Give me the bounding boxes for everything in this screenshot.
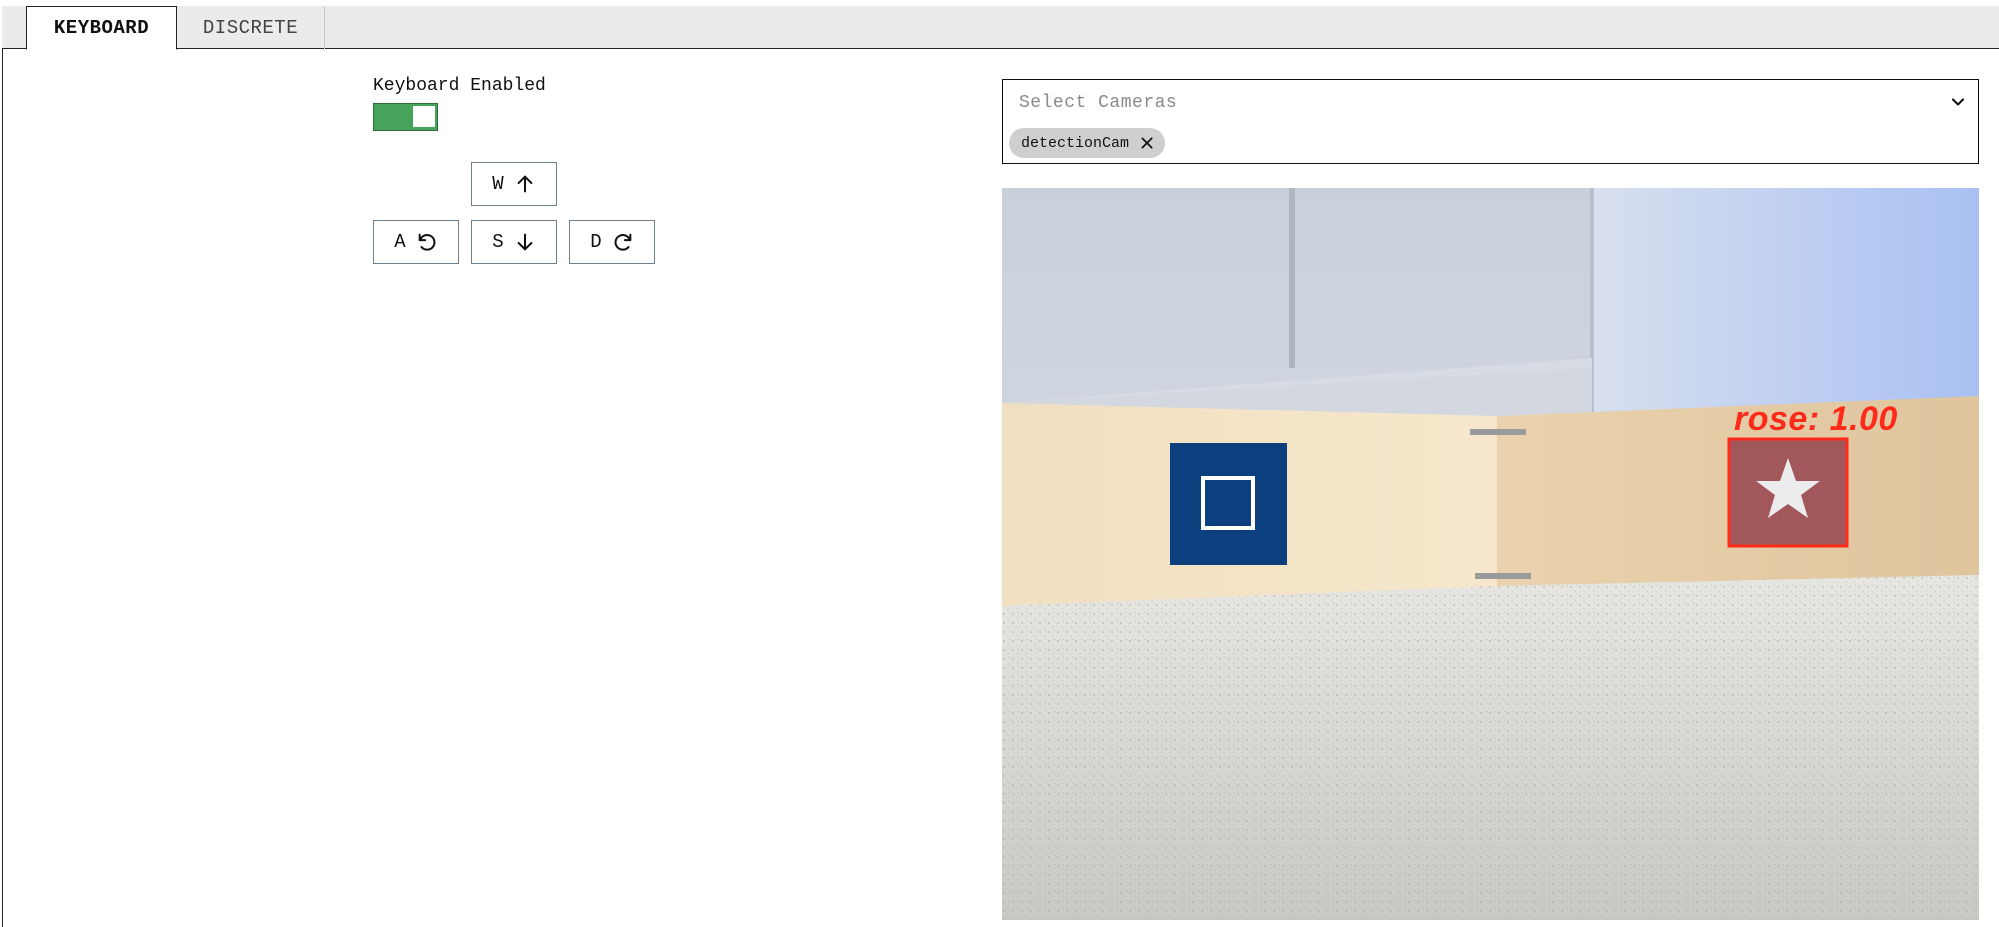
arrow-down-icon bbox=[517, 233, 533, 251]
tab-bar: KEYBOARD DISCRETE bbox=[2, 6, 1999, 50]
camera-chip: detectionCam bbox=[1009, 128, 1166, 158]
keyboard-enabled-label: Keyboard Enabled bbox=[373, 76, 546, 96]
camera-feed-image bbox=[1002, 188, 1979, 920]
toggle-knob bbox=[413, 106, 435, 127]
key-d-label: D bbox=[590, 231, 602, 253]
tab-discrete[interactable]: DISCRETE bbox=[177, 6, 325, 49]
key-s-label: S bbox=[492, 231, 504, 253]
camera-chip-label: detectionCam bbox=[1021, 134, 1130, 152]
camera-select-placeholder[interactable]: Select Cameras bbox=[1019, 93, 1177, 113]
rotate-cw-icon bbox=[614, 233, 632, 251]
chevron-down-icon[interactable] bbox=[1948, 92, 1968, 112]
tab-keyboard[interactable]: KEYBOARD bbox=[26, 6, 177, 50]
key-d-button[interactable]: D bbox=[569, 220, 655, 264]
keyboard-enabled-toggle[interactable] bbox=[373, 103, 438, 131]
key-w-label: W bbox=[492, 173, 504, 195]
detection-label: rose: 1.00 bbox=[1734, 400, 1898, 438]
arrow-up-icon bbox=[517, 175, 533, 193]
key-w-button[interactable]: W bbox=[471, 162, 557, 206]
key-a-button[interactable]: A bbox=[373, 220, 459, 264]
key-s-button[interactable]: S bbox=[471, 220, 557, 264]
close-icon[interactable] bbox=[1139, 135, 1155, 151]
camera-select[interactable]: Select Cameras detectionCam bbox=[1002, 79, 1979, 164]
camera-feed: rose: 1.00 bbox=[1002, 188, 1979, 920]
key-a-label: A bbox=[394, 231, 406, 253]
rotate-ccw-icon bbox=[418, 233, 436, 251]
